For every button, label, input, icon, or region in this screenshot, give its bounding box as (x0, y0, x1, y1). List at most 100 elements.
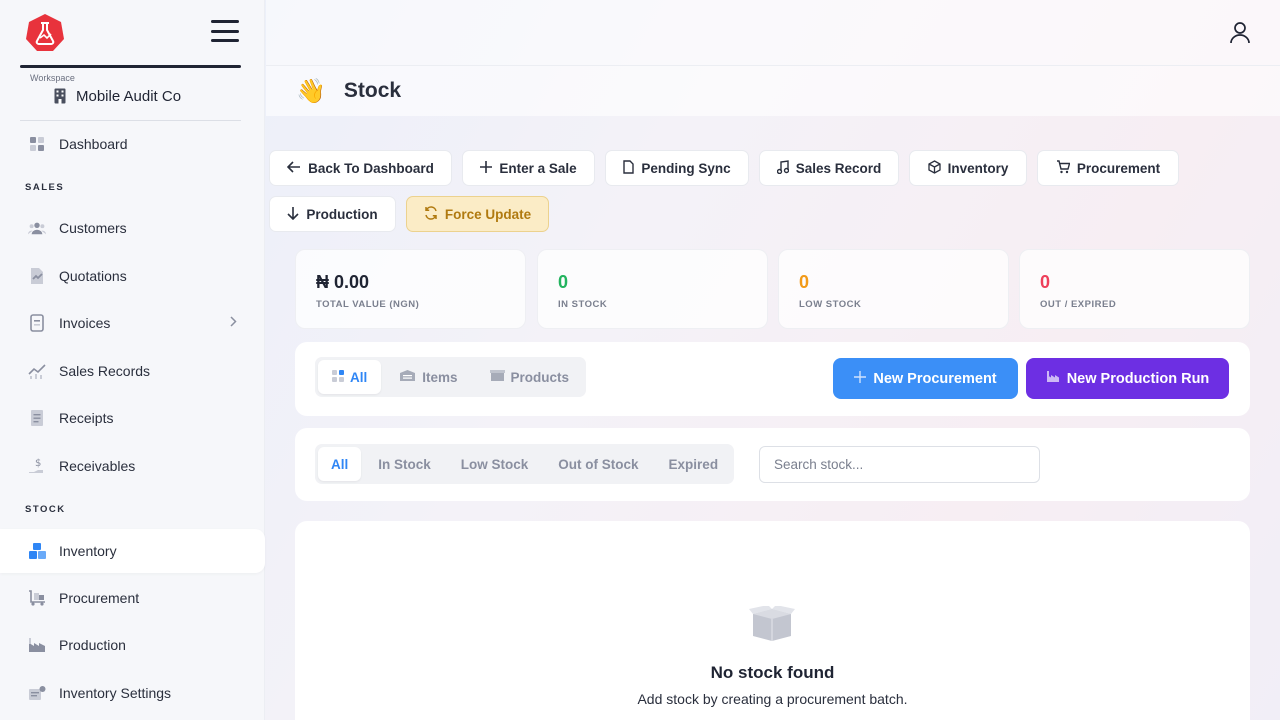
sidebar-item-label: Dashboard (59, 136, 128, 152)
sidebar-item-customers[interactable]: Customers (0, 206, 265, 250)
stat-card-in-stock: 0 IN STOCK (537, 249, 768, 329)
inventory-button[interactable]: Inventory (909, 150, 1027, 186)
grid-icon (28, 135, 46, 153)
chevron-right-icon[interactable] (230, 316, 237, 330)
page-title: Stock (343, 79, 402, 102)
top-bar (266, 0, 1280, 66)
sidebar-item-inventory-settings[interactable]: Inventory Settings (0, 671, 265, 715)
quote-doc-icon (28, 267, 46, 285)
chart-line-icon (28, 362, 46, 380)
file-icon (623, 159, 635, 177)
status-filter-expired[interactable]: Expired (656, 447, 732, 481)
sidebar-item-label: Inventory (59, 543, 117, 559)
cart-dolly-icon (28, 589, 46, 607)
building-icon (54, 88, 66, 108)
stat-label: LOW STOCK (799, 299, 862, 310)
workspace-label: Workspace (30, 73, 75, 83)
pending-sync-button[interactable]: Pending Sync (605, 150, 749, 186)
sidebar: Workspace Mobile Audit Co Dashboard SALE… (0, 0, 265, 720)
sidebar-item-label: Invoices (59, 315, 111, 331)
svg-text:$: $ (35, 458, 41, 469)
stat-label: IN STOCK (558, 299, 608, 310)
sidebar-item-invoices[interactable]: Invoices (0, 301, 265, 345)
empty-state-title: No stock found (710, 663, 835, 682)
status-filter-segmented: All In Stock Low Stock Out of Stock Expi… (315, 444, 735, 484)
enter-a-sale-button[interactable]: Enter a Sale (462, 150, 595, 186)
stat-label: OUT / EXPIRED (1040, 299, 1117, 310)
status-filter-low-stock[interactable]: Low Stock (448, 447, 542, 481)
sidebar-item-receivables[interactable]: $ Receivables (0, 444, 265, 488)
arrow-down-icon (287, 206, 299, 223)
back-to-dashboard-button[interactable]: Back To Dashboard (269, 150, 452, 186)
sidebar-item-sales-records[interactable]: Sales Records (0, 349, 265, 393)
warehouse-icon (399, 369, 416, 385)
sidebar-item-quotations[interactable]: Quotations (0, 254, 265, 298)
stat-label: TOTAL VALUE (NGN) (316, 299, 420, 310)
procurement-button[interactable]: Procurement (1037, 150, 1179, 186)
music-note-icon (776, 159, 789, 177)
type-filter-products[interactable]: Products (476, 360, 584, 394)
settings-box-icon (28, 684, 46, 702)
sidebar-item-label: Quotations (59, 268, 127, 284)
type-filter-items[interactable]: Items (385, 360, 471, 394)
plus-icon (854, 370, 867, 387)
stat-value: 0 (1040, 272, 1051, 292)
empty-box-icon (749, 605, 795, 647)
stat-card-total-value: ₦ 0.00 TOTAL VALUE (NGN) (295, 249, 526, 329)
wave-emoji-icon: 👋 (296, 77, 326, 105)
menu-toggle-icon[interactable] (211, 20, 239, 42)
divider (20, 120, 241, 121)
app-logo[interactable] (25, 13, 65, 53)
invoice-icon (28, 314, 46, 332)
sidebar-item-label: Customers (59, 220, 127, 236)
stat-value: ₦ 0.00 (316, 272, 370, 292)
stock-list-panel: No stock found Add stock by creating a p… (295, 521, 1250, 720)
sidebar-item-dashboard[interactable]: Dashboard (0, 122, 265, 166)
cube-icon (927, 159, 941, 177)
sidebar-item-production[interactable]: Production (0, 623, 265, 667)
stat-card-out-expired: 0 OUT / EXPIRED (1019, 249, 1250, 329)
sidebar-item-label: Inventory Settings (59, 685, 172, 701)
status-filter-all[interactable]: All (318, 447, 362, 481)
plus-icon (480, 160, 493, 176)
workspace-switcher[interactable]: Mobile Audit Co (54, 88, 182, 108)
section-label-sales: SALES (25, 182, 65, 193)
type-filter-segmented: All Items Products (315, 357, 587, 397)
page-header: 👋 Stock (266, 66, 1280, 116)
production-button[interactable]: Production (269, 196, 396, 232)
sidebar-item-inventory[interactable]: Inventory (0, 529, 265, 573)
factory-icon (1046, 370, 1060, 387)
section-label-stock: STOCK (25, 504, 66, 515)
sidebar-item-label: Procurement (59, 590, 140, 606)
user-icon[interactable] (1228, 20, 1252, 44)
package-icon (489, 369, 505, 385)
new-production-run-button[interactable]: New Production Run (1026, 358, 1229, 399)
type-filter-all[interactable]: All (318, 360, 382, 394)
force-update-button[interactable]: Force Update (406, 196, 549, 232)
search-input[interactable] (759, 446, 1040, 483)
stat-card-low-stock: 0 LOW STOCK (778, 249, 1009, 329)
stat-value: 0 (799, 272, 810, 292)
dollar-hand-icon: $ (28, 457, 46, 475)
new-procurement-button[interactable]: New Procurement (833, 358, 1018, 399)
workspace-divider (20, 65, 241, 68)
grid-icon (332, 369, 344, 385)
empty-state-subtitle: Add stock by creating a procurement batc… (637, 691, 908, 707)
cart-icon (1056, 159, 1071, 177)
sales-record-button[interactable]: Sales Record (759, 150, 899, 186)
refresh-icon (424, 205, 438, 223)
workspace-name: Mobile Audit Co (76, 88, 182, 105)
factory-icon (28, 636, 46, 654)
status-filter-in-stock[interactable]: In Stock (365, 447, 444, 481)
sidebar-item-label: Receipts (59, 410, 114, 426)
status-filter-out-of-stock[interactable]: Out of Stock (545, 447, 651, 481)
boxes-icon (28, 542, 46, 560)
users-icon (28, 219, 46, 237)
status-filter-panel: All In Stock Low Stock Out of Stock Expi… (295, 428, 1250, 501)
receipt-icon (28, 409, 46, 427)
sidebar-item-procurement[interactable]: Procurement (0, 576, 265, 620)
arrow-left-icon (286, 160, 301, 176)
stat-value: 0 (558, 272, 569, 292)
sidebar-item-receipts[interactable]: Receipts (0, 396, 265, 440)
sidebar-item-label: Receivables (59, 458, 136, 474)
